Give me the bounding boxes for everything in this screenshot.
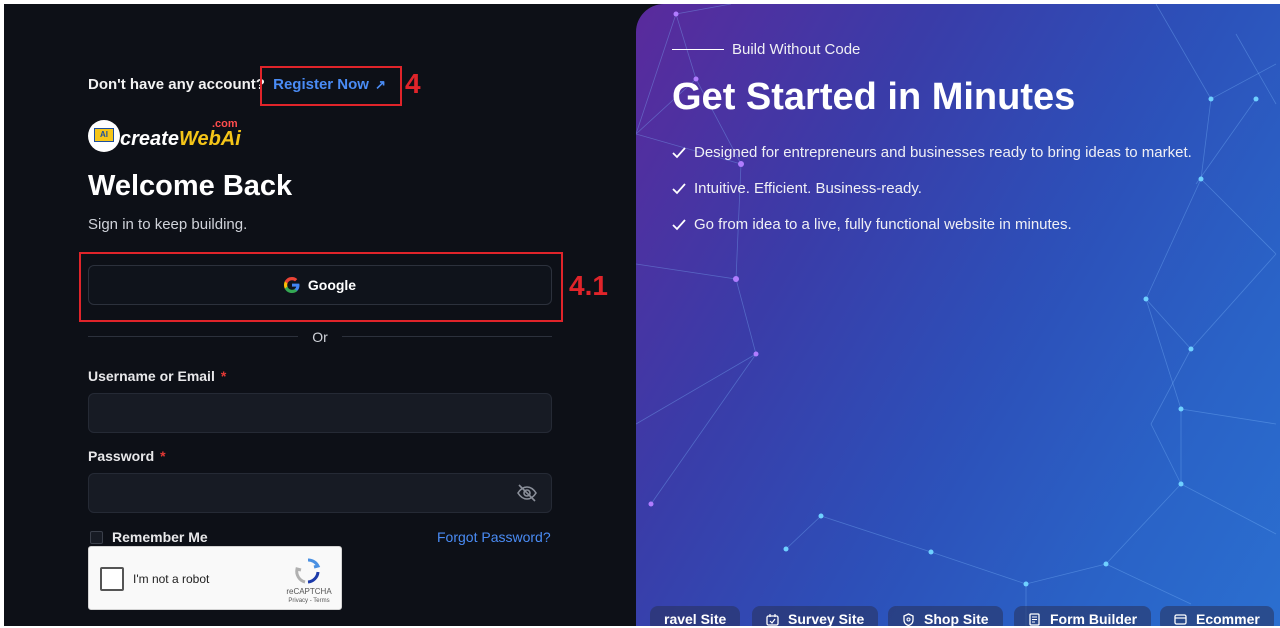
forgot-password-link[interactable]: Forgot Password? — [437, 529, 551, 545]
password-input[interactable] — [88, 473, 552, 513]
hero-eyebrow: Build Without Code — [672, 41, 860, 58]
logo-suffix: .com — [212, 118, 238, 130]
page-title: Welcome Back — [88, 170, 293, 202]
remember-label: Remember Me — [112, 529, 208, 545]
eye-slash-icon[interactable] — [516, 483, 538, 503]
required-marker: * — [160, 448, 166, 464]
register-highlight-box — [260, 66, 402, 106]
feature-item: Intuitive. Efficient. Business-ready. — [672, 180, 922, 197]
recaptcha-logo-icon — [295, 558, 321, 584]
chip-form-builder[interactable]: Form Builder — [1014, 606, 1152, 626]
feature-item: Designed for entrepreneurs and businesse… — [672, 144, 1192, 161]
document-icon — [1029, 612, 1040, 626]
recaptcha-widget: I'm not a robot reCAPTCHA Privacy - Term… — [88, 546, 342, 610]
check-icon — [672, 218, 686, 230]
chip-shop-site[interactable]: Shop Site — [888, 606, 1003, 626]
chip-travel-site[interactable]: ravel Site — [650, 606, 741, 626]
no-account-text: Don't have any account? — [88, 76, 265, 93]
password-label: Password * — [88, 448, 166, 464]
chip-survey-site[interactable]: Survey Site — [752, 606, 879, 626]
recaptcha-label: I'm not a robot — [133, 572, 210, 586]
google-highlight-box — [79, 252, 563, 322]
logo-wordmark: createWebAi — [120, 128, 241, 150]
divider-text: Or — [312, 329, 328, 345]
google-marker: 4.1 — [569, 270, 608, 301]
divider-line — [342, 336, 552, 337]
chip-ecommerce[interactable]: Ecommer — [1160, 606, 1274, 626]
page-subtitle: Sign in to keep building. — [88, 216, 248, 233]
checkbox-box[interactable] — [90, 530, 103, 544]
or-divider: Or — [88, 326, 552, 346]
eyebrow-line — [672, 49, 724, 50]
check-icon — [672, 182, 686, 194]
createwebai-logo: AI createWebAi .com — [88, 116, 248, 156]
hero-headline: Get Started in Minutes — [672, 76, 1076, 118]
hero-panel: Build Without Code Get Started in Minute… — [636, 4, 1280, 626]
app-window: Don't have any account? Register Now ↗ 4 … — [4, 4, 1280, 626]
feature-item: Go from idea to a live, fully functional… — [672, 216, 1072, 233]
login-panel: Don't have any account? Register Now ↗ 4 … — [4, 4, 636, 626]
recaptcha-checkbox[interactable] — [100, 567, 124, 591]
logo-badge: AI — [94, 128, 114, 142]
window-icon — [1174, 613, 1187, 625]
username-label: Username or Email * — [88, 368, 227, 384]
username-input[interactable] — [88, 393, 552, 433]
required-marker: * — [220, 368, 227, 384]
check-icon — [672, 146, 686, 158]
recaptcha-links[interactable]: Privacy - Terms — [279, 598, 339, 604]
recaptcha-brand: reCAPTCHA — [286, 587, 332, 596]
shield-icon — [903, 612, 914, 626]
template-chip-strip: ravel Site Survey Site Shop Site Form Bu… — [636, 604, 1280, 626]
survey-icon — [766, 613, 779, 626]
register-marker: 4 — [405, 68, 421, 99]
remember-me-checkbox[interactable]: Remember Me — [90, 529, 208, 545]
